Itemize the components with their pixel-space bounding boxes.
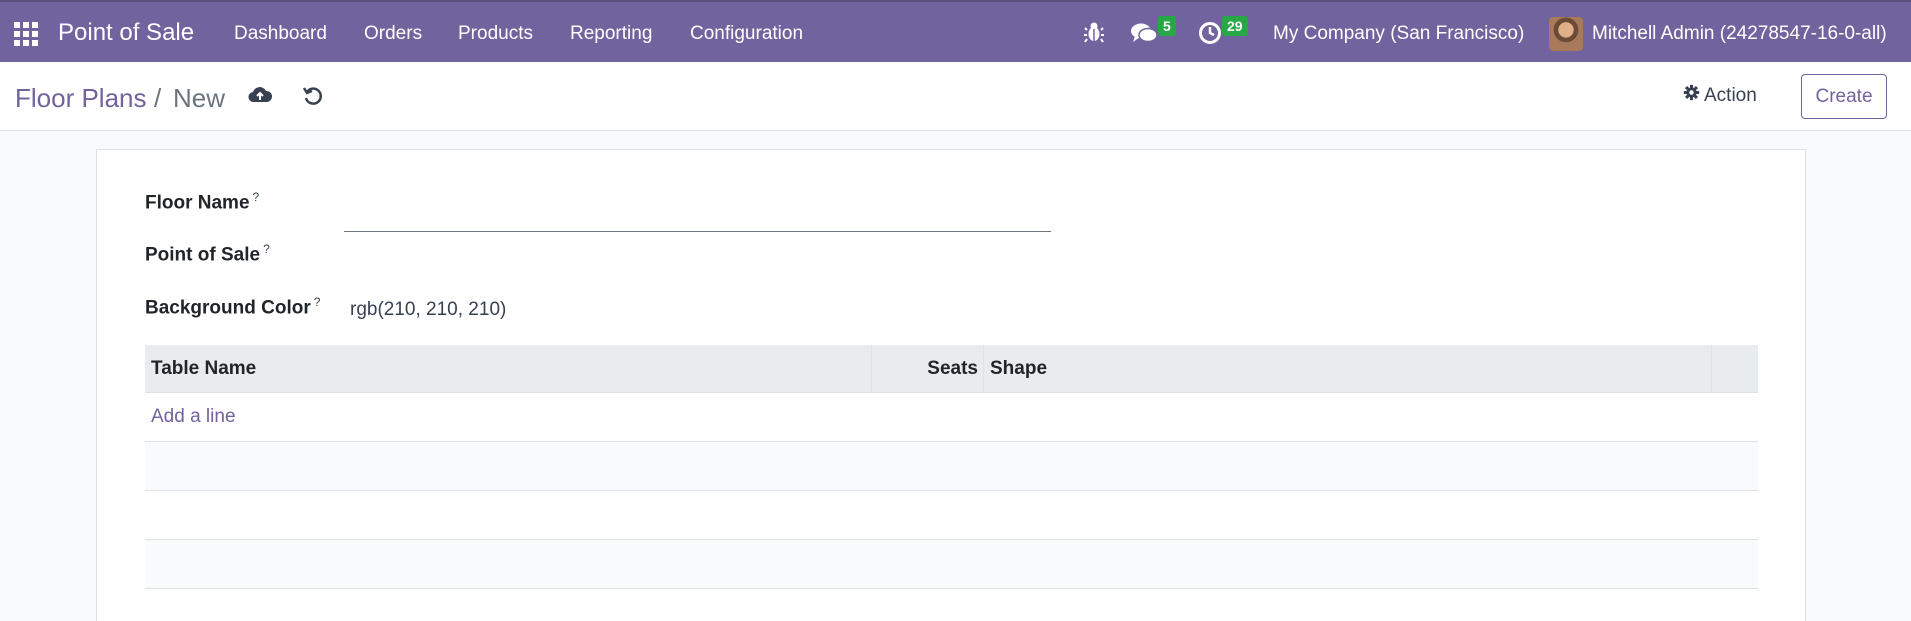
add-line-link[interactable]: Add a line — [145, 393, 1758, 440]
clock-icon[interactable] — [1198, 21, 1222, 50]
menu-reporting[interactable]: Reporting — [570, 23, 652, 45]
apps-grid-icon[interactable] — [14, 22, 38, 46]
action-label: Action — [1704, 84, 1757, 106]
floor-name-label: Floor Name? — [145, 190, 259, 214]
gear-icon — [1683, 84, 1700, 107]
floor-name-help[interactable]: ? — [253, 190, 260, 204]
menu-dashboard[interactable]: Dashboard — [234, 23, 327, 45]
column-table-name[interactable]: Table Name — [145, 345, 872, 393]
action-button[interactable]: Action — [1683, 84, 1757, 107]
column-seats[interactable]: Seats — [872, 345, 984, 393]
top-navbar: Point of Sale Dashboard Orders Products … — [0, 0, 1911, 62]
floor-name-label-text: Floor Name — [145, 192, 250, 214]
cloud-upload-icon[interactable] — [248, 85, 273, 110]
table-row — [145, 540, 1758, 589]
breadcrumb-floor-plans[interactable]: Floor Plans — [15, 83, 147, 114]
menu-configuration[interactable]: Configuration — [690, 23, 803, 45]
pos-label-text: Point of Sale — [145, 244, 261, 266]
column-shape[interactable]: Shape — [984, 345, 1712, 393]
bg-color-help[interactable]: ? — [314, 295, 321, 309]
form-sheet: Floor Name? Point of Sale? Background Co… — [96, 149, 1806, 621]
chat-icon[interactable] — [1130, 21, 1158, 50]
table-row — [145, 442, 1758, 491]
bug-icon[interactable] — [1084, 21, 1104, 48]
bg-color-label-text: Background Color — [145, 297, 311, 319]
floor-name-input[interactable] — [344, 200, 1051, 232]
company-switcher[interactable]: My Company (San Francisco) — [1273, 23, 1524, 45]
pos-label: Point of Sale? — [145, 242, 270, 266]
bg-color-field[interactable]: rgb(210, 210, 210) — [350, 299, 506, 321]
table-header: Table Name Seats Shape — [145, 345, 1758, 393]
activities-badge: 29 — [1222, 16, 1248, 36]
undo-icon[interactable] — [302, 85, 324, 112]
pos-field[interactable] — [344, 239, 1051, 275]
messages-badge: 5 — [1158, 16, 1176, 36]
breadcrumb-separator: / — [154, 83, 162, 113]
table-row — [145, 491, 1758, 540]
menu-products[interactable]: Products — [458, 23, 533, 45]
pos-help[interactable]: ? — [263, 242, 270, 256]
bg-color-label: Background Color? — [145, 295, 320, 319]
table-row: Add a line — [145, 393, 1758, 442]
create-button[interactable]: Create — [1801, 74, 1887, 119]
optional-columns-toggle[interactable] — [1712, 345, 1758, 393]
avatar[interactable] — [1549, 17, 1583, 51]
menu-orders[interactable]: Orders — [364, 23, 422, 45]
breadcrumb-current: New — [173, 83, 226, 113]
control-panel: Floor Plans / New Action Create — [0, 62, 1911, 131]
tables-list: Table Name Seats Shape Add a line — [145, 345, 1758, 589]
user-menu[interactable]: Mitchell Admin (24278547-16-0-all) — [1592, 23, 1887, 45]
app-name[interactable]: Point of Sale — [58, 19, 194, 47]
